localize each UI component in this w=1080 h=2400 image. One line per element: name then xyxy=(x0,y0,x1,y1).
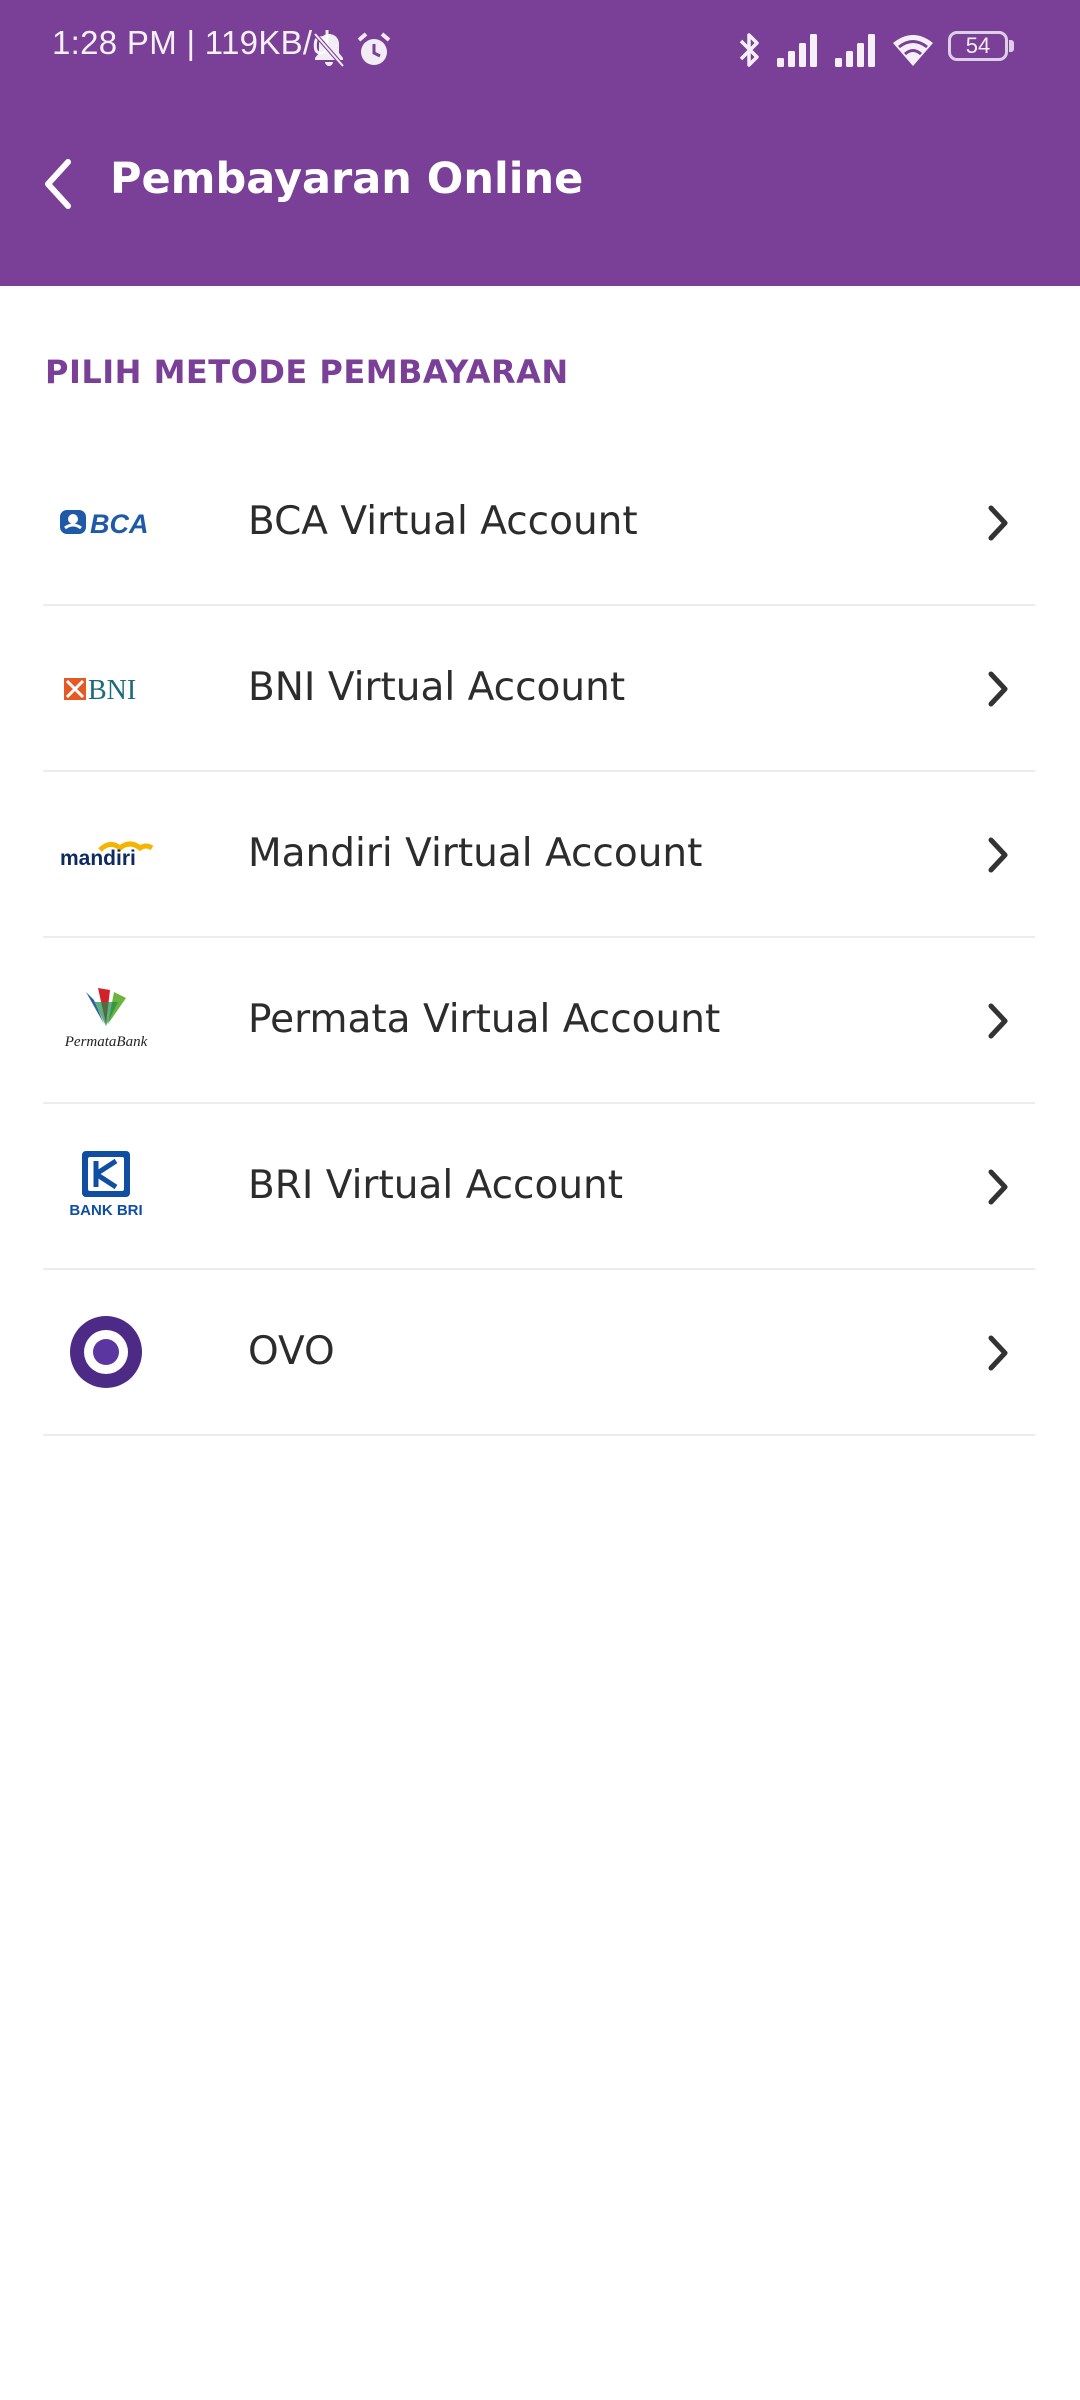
svg-text:mandiri: mandiri xyxy=(60,847,136,870)
app-header: 1:28 PM | 119KB/d 54 Pembayaran Online xyxy=(0,0,1080,286)
battery-tip xyxy=(1009,40,1014,52)
wifi-icon xyxy=(893,35,933,66)
chevron-right-icon xyxy=(988,1003,1008,1039)
payment-method-bni[interactable]: BNI BNI Virtual Account xyxy=(43,606,1035,772)
payment-method-mandiri[interactable]: mandiri Mandiri Virtual Account xyxy=(43,772,1035,938)
back-button[interactable] xyxy=(30,150,90,218)
payment-method-label: BCA Virtual Account xyxy=(248,499,638,544)
page-title: Pembayaran Online xyxy=(110,154,584,204)
battery-level: 54 xyxy=(965,33,991,58)
bluetooth-icon xyxy=(739,33,759,67)
alarm-icon xyxy=(357,32,391,65)
mandiri-logo: mandiri xyxy=(58,814,154,894)
chevron-right-icon xyxy=(988,505,1008,541)
bni-logo: BNI xyxy=(58,648,154,728)
svg-text:BANK BRI: BANK BRI xyxy=(69,1202,142,1219)
payment-method-label: Permata Virtual Account xyxy=(248,997,721,1042)
payment-method-bca[interactable]: BCA BCA Virtual Account xyxy=(43,440,1035,606)
chevron-right-icon xyxy=(988,837,1008,873)
status-bar: 1:28 PM | 119KB/d 54 xyxy=(0,0,1080,100)
payment-method-list: BCA BCA Virtual Account BNI BNI Virtual … xyxy=(43,440,1035,1436)
chevron-left-icon xyxy=(45,159,71,209)
chevron-right-icon xyxy=(988,1169,1008,1205)
svg-text:BNI: BNI xyxy=(88,675,136,706)
payment-method-ovo[interactable]: OVO xyxy=(43,1270,1035,1436)
signal-icon xyxy=(835,34,875,67)
payment-method-bri[interactable]: BANK BRI BRI Virtual Account xyxy=(43,1104,1035,1270)
battery-icon: 54 xyxy=(948,31,1008,61)
permata-logo: PermataBank xyxy=(58,980,154,1060)
payment-method-label: OVO xyxy=(248,1329,335,1374)
bell-off-icon xyxy=(313,32,345,68)
ovo-logo xyxy=(58,1312,154,1392)
chevron-right-icon xyxy=(988,671,1008,707)
bca-logo: BCA xyxy=(58,482,154,562)
payment-method-permata[interactable]: PermataBank Permata Virtual Account xyxy=(43,938,1035,1104)
svg-text:PermataBank: PermataBank xyxy=(64,1034,148,1050)
section-title: PILIH METODE PEMBAYARAN xyxy=(45,353,569,391)
svg-text:BCA: BCA xyxy=(90,509,149,539)
payment-method-label: BRI Virtual Account xyxy=(248,1163,624,1208)
status-time-speed: 1:28 PM | 119KB/d xyxy=(52,24,332,61)
signal-icon xyxy=(777,34,817,67)
chevron-right-icon xyxy=(988,1335,1008,1371)
payment-method-label: BNI Virtual Account xyxy=(248,665,626,710)
payment-method-label: Mandiri Virtual Account xyxy=(248,831,703,876)
bri-logo: BANK BRI xyxy=(58,1146,154,1226)
